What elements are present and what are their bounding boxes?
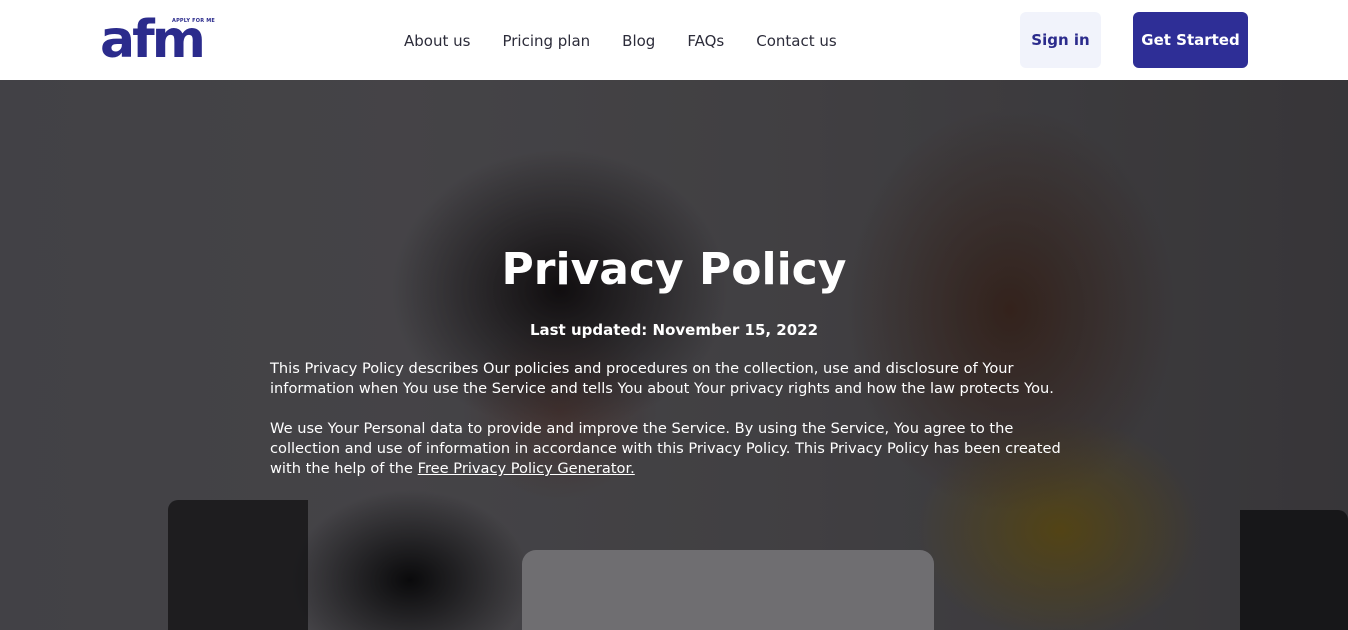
- usage-paragraph: We use Your Personal data to provide and…: [270, 419, 1080, 479]
- hero-section: Privacy Policy Last updated: November 15…: [0, 80, 1348, 630]
- hero-content: Privacy Policy Last updated: November 15…: [0, 80, 1348, 630]
- nav-link-contact-us[interactable]: Contact us: [756, 28, 836, 54]
- usage-paragraph-text: We use Your Personal data to provide and…: [270, 420, 1061, 477]
- intro-paragraph: This Privacy Policy describes Our polici…: [270, 360, 1054, 397]
- afm-logo[interactable]: afm APPLY FOR ME: [100, 10, 215, 70]
- main-nav: About us Pricing plan Blog FAQs Contact …: [404, 28, 869, 54]
- last-updated-date: Last updated: November 15, 2022: [529, 321, 819, 339]
- sign-in-button[interactable]: Sign in: [1020, 12, 1101, 68]
- page-title: Privacy Policy: [501, 244, 847, 295]
- site-header: afm APPLY FOR ME About us Pricing plan B…: [0, 0, 1348, 80]
- get-started-button[interactable]: Get Started: [1133, 12, 1248, 68]
- nav-link-pricing-plan[interactable]: Pricing plan: [502, 28, 590, 54]
- nav-link-faqs[interactable]: FAQs: [687, 28, 724, 54]
- logo-tagline: APPLY FOR ME: [172, 18, 216, 24]
- nav-link-blog[interactable]: Blog: [622, 28, 655, 54]
- privacy-generator-link[interactable]: Free Privacy Policy Generator.: [418, 460, 635, 477]
- nav-link-about-us[interactable]: About us: [404, 28, 470, 54]
